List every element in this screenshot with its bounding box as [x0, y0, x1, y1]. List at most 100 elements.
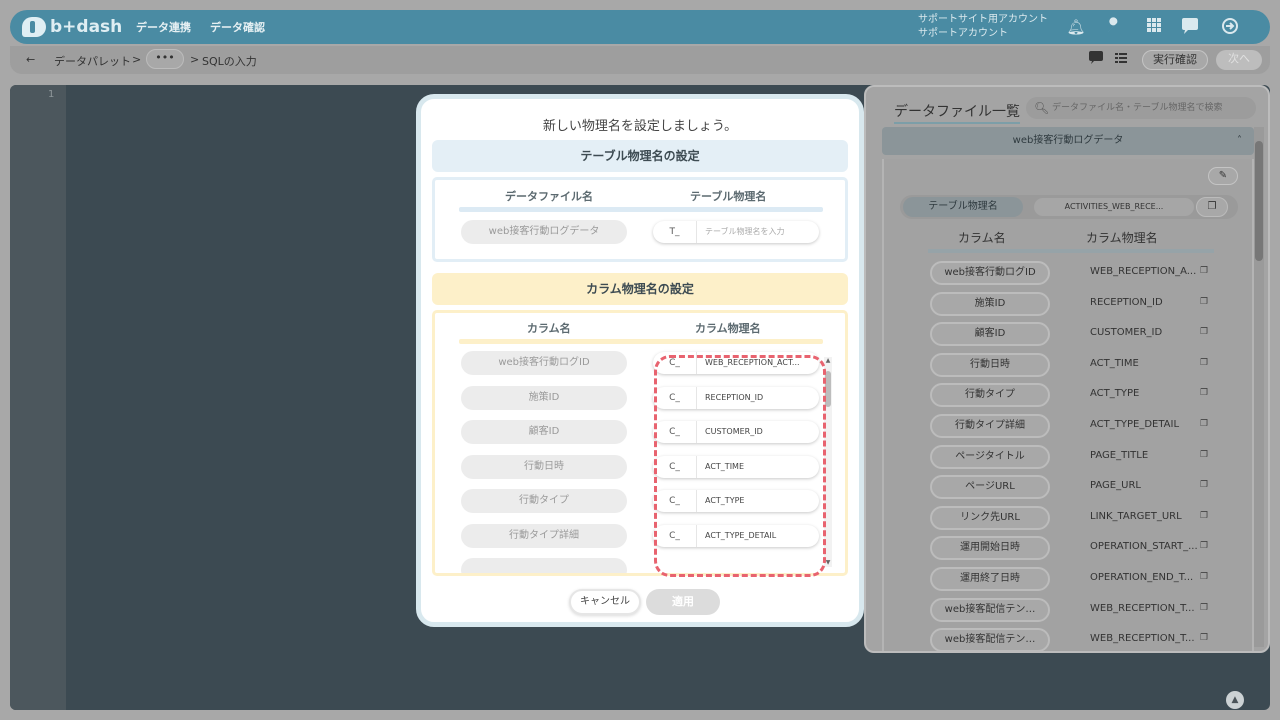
column-name-pill[interactable]: ページURL	[930, 475, 1050, 500]
panel-scrollbar[interactable]	[1254, 127, 1264, 647]
column-physical-name: ACT_TYPE	[1090, 388, 1140, 400]
copy-icon[interactable]: ❐	[1200, 450, 1208, 460]
column-name-pill[interactable]: 行動日時	[930, 352, 1050, 377]
column-physical-name-value[interactable]: CUSTOMER_ID	[705, 421, 813, 443]
column-list-item: ページURL PAGE_URL ❐	[930, 475, 1216, 501]
bell-icon[interactable]: 🔔︎	[1066, 17, 1086, 37]
copy-icon[interactable]: ❐	[1200, 419, 1208, 429]
column-header-divider	[928, 249, 1214, 253]
logo-text: b+dash	[50, 17, 123, 37]
column-physical-name-input[interactable]: C_ RECEPTION_ID	[653, 386, 819, 409]
table-list-icon[interactable]	[1114, 51, 1128, 69]
copy-icon[interactable]: ❐	[1200, 603, 1208, 613]
breadcrumb-item-palette[interactable]: データパレット	[54, 53, 131, 69]
edit-pencil-button[interactable]: ✎	[1208, 167, 1238, 185]
nav-data-check[interactable]: データ確認	[210, 19, 265, 35]
account-line2: サポートアカウント	[918, 28, 1008, 39]
copy-icon[interactable]: ❐	[1200, 388, 1208, 398]
grid-icon[interactable]	[1144, 17, 1164, 37]
chevron-up-icon[interactable]: ˄	[1237, 127, 1242, 155]
column-physical-name-header: カラム物理名	[1086, 231, 1158, 245]
apply-button[interactable]: 適用	[646, 589, 720, 615]
column-list-item: 運用開始日時 OPERATION_START_... ❐	[930, 536, 1216, 562]
copy-icon[interactable]: ❐	[1200, 511, 1208, 521]
datafile-accordion-header[interactable]: web接客行動ログデータ ˄	[882, 127, 1254, 155]
column-physical-name-value[interactable]: ACT_TYPE	[705, 490, 813, 512]
help-chat-icon[interactable]	[1088, 51, 1104, 69]
column-physical-name: CUSTOMER_ID	[1090, 327, 1163, 339]
column-physical-name-value[interactable]: WEB_RECEPTION_ACT...	[705, 352, 813, 374]
copy-icon[interactable]: ❐	[1200, 480, 1208, 490]
nav-data-link[interactable]: データ連携	[136, 19, 191, 35]
column-physical-name: LINK_TARGET_URL	[1090, 510, 1182, 522]
column-name-field: 行動タイプ詳細	[461, 523, 627, 548]
chat-icon[interactable]	[1180, 17, 1200, 37]
account-line1: サポートサイト用アカウント	[918, 14, 1048, 25]
column-name-pill[interactable]: リンク先URL	[930, 505, 1050, 530]
datafile-name-column-header: データファイル名	[505, 190, 593, 203]
logout-icon[interactable]	[1220, 17, 1240, 37]
scroll-down-arrow-icon[interactable]: ▼	[824, 559, 832, 567]
column-physical-name-input[interactable]: C_ WEB_RECEPTION_ACT...	[653, 352, 819, 374]
column-physical-name: PAGE_TITLE	[1090, 449, 1149, 461]
copy-icon[interactable]: ❐	[1200, 327, 1208, 337]
run-check-button[interactable]: 実行確認	[1142, 50, 1208, 70]
next-button[interactable]: 次へ	[1216, 50, 1262, 70]
column-list-item: web接客行動ログID WEB_RECEPTION_A... ❐	[930, 261, 1216, 287]
copy-icon[interactable]: ❐	[1200, 297, 1208, 307]
column-name-pill[interactable]: 顧客ID	[930, 322, 1050, 347]
scroll-top-button[interactable]: ▲	[1226, 691, 1244, 709]
scroll-up-arrow-icon[interactable]: ▲	[824, 357, 832, 365]
column-name-pill[interactable]: web接客行動ログID	[930, 261, 1050, 285]
table-physical-name-value: ACTIVITIES_WEB_RECE...	[1034, 198, 1194, 216]
column-physical-name-value[interactable]: ACT_TYPE_DETAIL	[705, 525, 813, 547]
column-name-pill[interactable]: 運用開始日時	[930, 536, 1050, 561]
column-physical-name-input[interactable]: C_ CUSTOMER_ID	[653, 421, 819, 443]
column-name-pill[interactable]: web接客配信テン…	[930, 628, 1050, 651]
column-name-pill[interactable]: 施策ID	[930, 291, 1050, 316]
copy-icon[interactable]: ❐	[1196, 197, 1228, 217]
breadcrumb-current: SQLの入力	[202, 55, 257, 68]
column-physical-name-input[interactable]: C_ ACT_TYPE_DETAIL	[653, 524, 819, 547]
wrench-icon[interactable]	[1104, 17, 1124, 37]
column-list-scrollbar-thumb[interactable]	[825, 371, 831, 407]
datafile-name: web接客行動ログデータ	[1012, 135, 1124, 146]
column-physical-name: WEB_RECEPTION_T...	[1090, 633, 1195, 645]
breadcrumb-ellipsis-button[interactable]: •••	[146, 49, 184, 69]
table-physical-name-input[interactable]: T_ テーブル物理名を入力	[653, 221, 819, 243]
column-physical-name-input[interactable]: C_ ACT_TYPE	[653, 490, 819, 512]
table-physical-name-placeholder[interactable]: テーブル物理名を入力	[705, 221, 813, 243]
column-list-item: 行動日時 ACT_TIME ❐	[930, 352, 1216, 379]
column-list-scrollbar[interactable]: ▲ ▼	[824, 357, 832, 567]
panel-scrollbar-thumb[interactable]	[1255, 141, 1263, 261]
logo[interactable]: b+dash	[22, 14, 122, 40]
column-name-pill[interactable]: 運用終了日時	[930, 567, 1050, 591]
column-name-pill[interactable]: 行動タイプ	[930, 383, 1050, 408]
editor-gutter: 1	[10, 85, 66, 710]
copy-icon[interactable]: ❐	[1200, 572, 1208, 582]
copy-icon[interactable]: ❐	[1200, 541, 1208, 551]
copy-icon[interactable]: ❐	[1200, 358, 1208, 368]
column-prefix: C_	[653, 421, 697, 443]
column-list-item: web接客配信テン… WEB_RECEPTION_T... ❐	[930, 597, 1216, 624]
column-name-header: カラム名	[958, 231, 1006, 245]
column-physical-name-value[interactable]: RECEPTION_ID	[705, 387, 813, 409]
modal-title: 新しい物理名を設定しましょう。	[542, 119, 738, 134]
back-arrow-icon[interactable]: ←	[26, 53, 35, 66]
column-physical-name: WEB_RECEPTION_A...	[1090, 266, 1197, 277]
column-name-pill[interactable]: web接客配信テン…	[930, 597, 1050, 622]
copy-icon[interactable]: ❐	[1200, 633, 1208, 643]
column-name-pill[interactable]: ページタイトル	[930, 444, 1050, 469]
column-physical-name-value[interactable]: ACT_TIME	[705, 456, 813, 478]
column-prefix: C_	[653, 386, 697, 409]
copy-icon[interactable]: ❐	[1200, 266, 1208, 276]
column-name-header: カラム名	[527, 322, 571, 335]
search-icon: 🔍︎	[1034, 101, 1050, 115]
cancel-button[interactable]: キャンセル	[569, 589, 641, 615]
column-list-item: 行動タイプ詳細 ACT_TYPE_DETAIL ❐	[930, 414, 1216, 440]
account-info[interactable]: サポートサイト用アカウント サポートアカウント	[918, 13, 1048, 41]
column-physical-name-input[interactable]: C_ ACT_TIME	[653, 455, 819, 478]
column-name-pill[interactable]: 行動タイプ詳細	[930, 414, 1050, 438]
datafile-search-input[interactable]: 🔍︎ データファイル名・テーブル物理名で検索	[1026, 97, 1256, 119]
column-list-item: 運用終了日時 OPERATION_END_T... ❐	[930, 567, 1216, 593]
